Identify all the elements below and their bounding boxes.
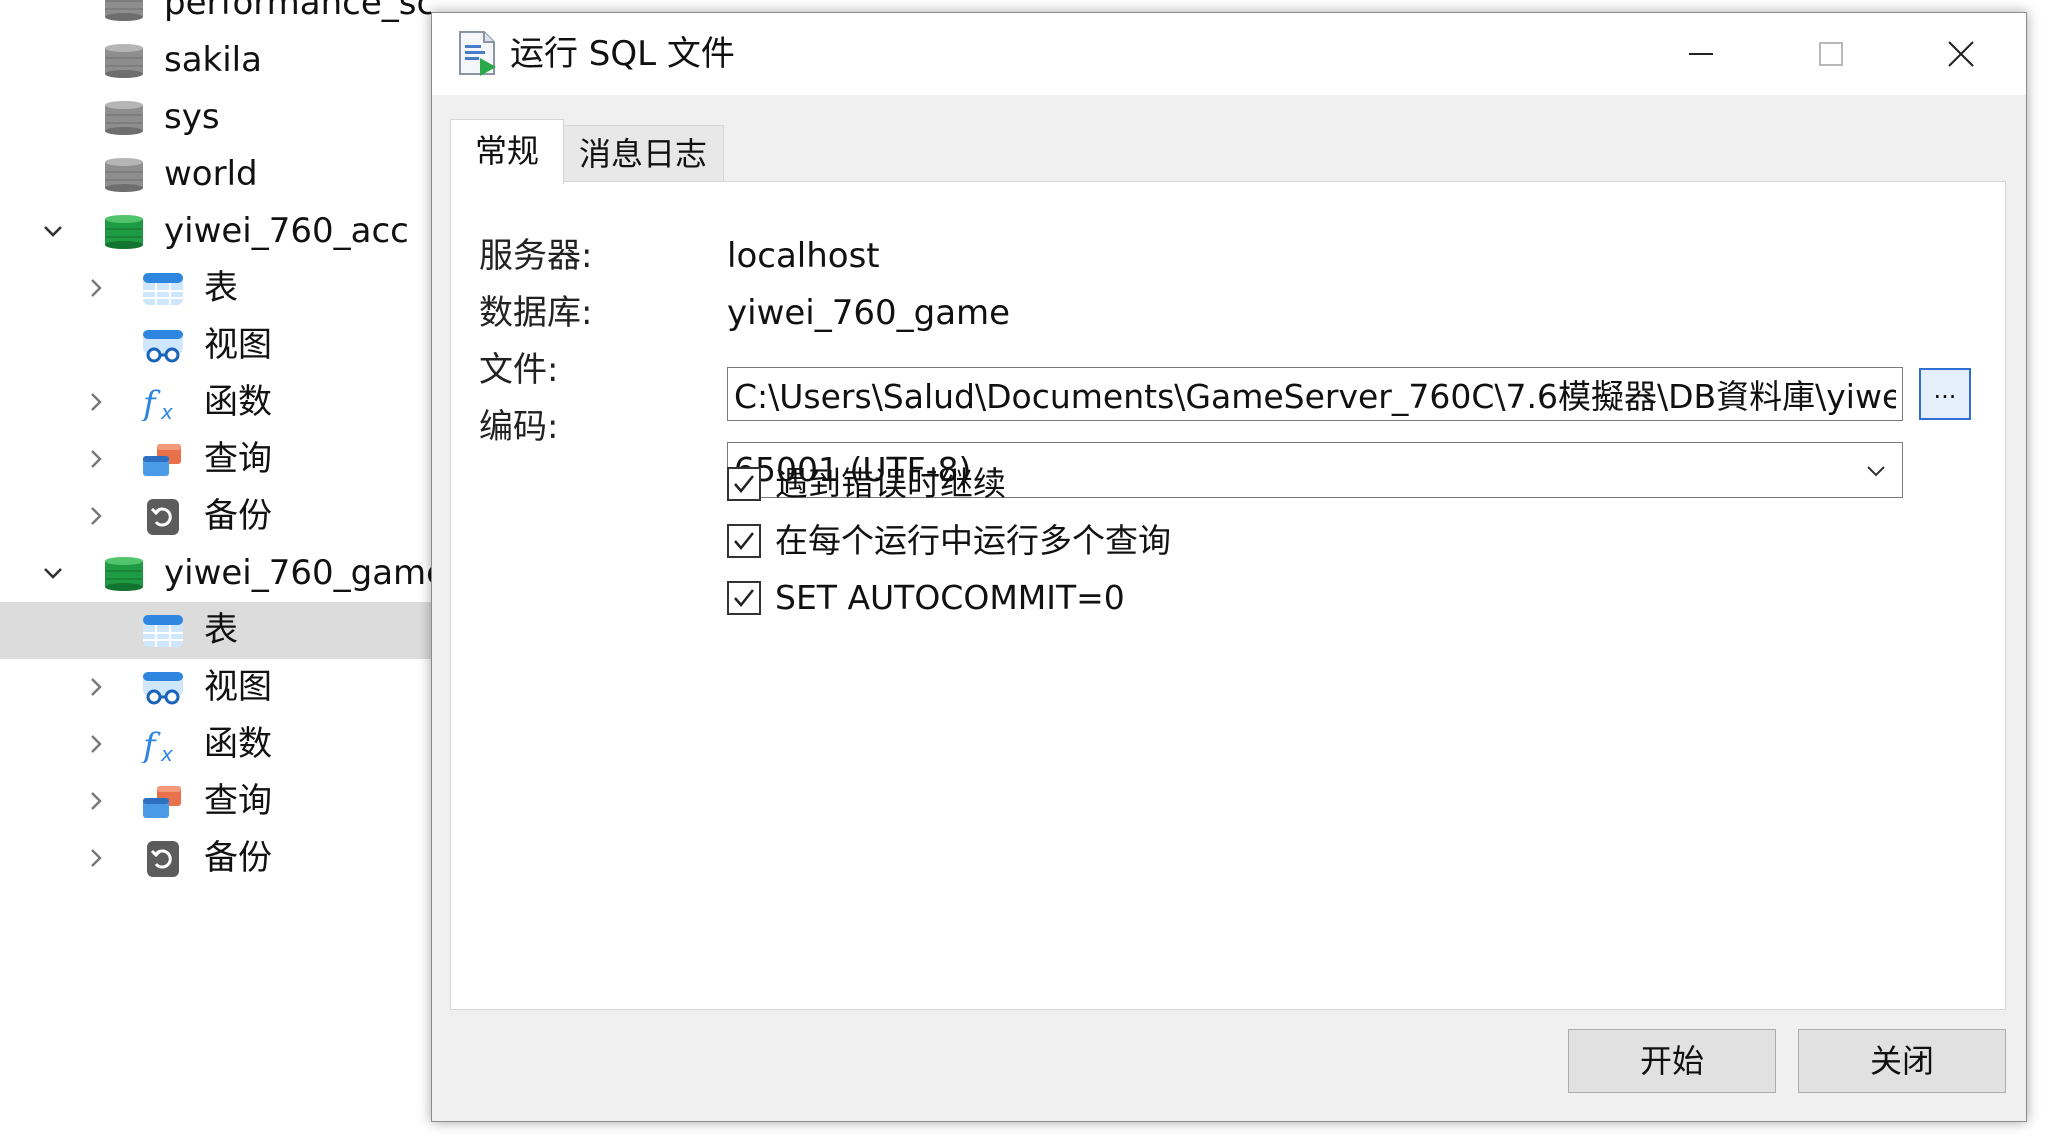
database-icon	[102, 0, 146, 22]
autocommit-checkbox[interactable]	[727, 581, 761, 615]
database-value: yiwei_760_game	[727, 293, 1011, 333]
tab-message-log[interactable]: 消息日志	[562, 125, 724, 183]
browse-file-button[interactable]: ...	[1919, 368, 1971, 420]
checkmark-icon	[734, 532, 754, 550]
database-label: 数据库:	[479, 293, 593, 333]
maximize-button[interactable]	[1766, 13, 1896, 95]
chevron-right-icon[interactable]	[84, 789, 108, 813]
close-icon	[1948, 41, 1974, 67]
minimize-icon	[1689, 53, 1713, 55]
close-window-button[interactable]	[1896, 13, 2026, 95]
database-icon	[102, 43, 146, 79]
tree-item-label: performance_schema	[164, 0, 431, 23]
file-label: 文件:	[479, 350, 559, 390]
view-icon	[141, 670, 185, 706]
tree-object-item[interactable]: 表	[0, 260, 431, 317]
tree-database-item[interactable]: yiwei_760_game	[0, 545, 431, 602]
dialog-title: 运行 SQL 文件	[510, 34, 735, 74]
tree-item-label: 备份	[204, 838, 272, 878]
backup-icon	[141, 841, 185, 877]
backup-icon	[141, 499, 185, 535]
chevron-right-icon[interactable]	[84, 675, 108, 699]
tab-general[interactable]: 常规	[450, 119, 564, 184]
table-icon	[141, 271, 185, 307]
tree-item-label: 备份	[204, 496, 272, 536]
chevron-right-icon[interactable]	[84, 276, 108, 300]
tree-item-label: world	[164, 154, 258, 194]
table-icon	[141, 613, 185, 649]
chevron-right-icon[interactable]	[84, 846, 108, 870]
continue-on-error-label: 遇到错误时继续	[775, 464, 1006, 503]
svg-text:f: f	[141, 385, 161, 421]
tree-object-item[interactable]: f x 函数	[0, 716, 431, 773]
tree-database-item[interactable]: yiwei_760_acc	[0, 203, 431, 260]
tree-database-item[interactable]: sys	[0, 89, 431, 146]
function-icon: fx	[141, 727, 185, 763]
tree-object-item[interactable]: 备份	[0, 830, 431, 887]
tree-item-label: 函数	[204, 724, 272, 764]
multiple-queries-label: 在每个运行中运行多个查询	[775, 521, 1171, 560]
file-path-input[interactable]	[727, 367, 1903, 421]
tree-object-item[interactable]: 视图	[0, 317, 431, 374]
svg-text:x: x	[160, 742, 173, 763]
view-icon	[141, 328, 185, 364]
maximize-icon	[1819, 42, 1843, 66]
chevron-right-icon[interactable]	[84, 390, 108, 414]
tree-object-item[interactable]: 备份	[0, 488, 431, 545]
tree-item-label: 视图	[204, 667, 272, 707]
tree-item-label: 表	[204, 268, 238, 308]
multiple-queries-checkbox[interactable]	[727, 524, 761, 558]
tree-item-label: 查询	[204, 439, 272, 479]
chevron-right-icon[interactable]	[84, 504, 108, 528]
tree-item-label: yiwei_760_game	[164, 553, 431, 593]
tree-database-item[interactable]: performance_schema	[0, 0, 431, 32]
chevron-right-icon[interactable]	[84, 447, 108, 471]
svg-text:f: f	[141, 727, 161, 763]
function-icon: fx	[141, 385, 185, 421]
server-label: 服务器:	[479, 236, 593, 276]
chevron-down-icon[interactable]	[41, 561, 65, 585]
sql-file-run-icon	[456, 30, 500, 78]
query-icon	[141, 784, 185, 820]
dialog-titlebar[interactable]: 运行 SQL 文件	[432, 13, 2026, 95]
encoding-label: 编码:	[479, 407, 559, 447]
continue-on-error-checkbox[interactable]	[727, 467, 761, 501]
tree-object-item[interactable]: 视图	[0, 659, 431, 716]
tree-item-label: sys	[164, 97, 220, 137]
checkmark-icon	[734, 475, 754, 493]
database-icon	[102, 100, 146, 136]
tree-object-item[interactable]: 查询	[0, 773, 431, 830]
tree-item-label: 表	[204, 610, 238, 650]
run-sql-file-dialog: 运行 SQL 文件 常规 消息日志 服务器: localhost 数据库: yi…	[431, 12, 2027, 1122]
checkmark-icon	[734, 589, 754, 607]
server-value: localhost	[727, 236, 880, 276]
tree-object-item[interactable]: 查询	[0, 431, 431, 488]
database-open-icon	[102, 556, 146, 592]
tree-item-label: 函数	[204, 382, 272, 422]
tree-item-label: sakila	[164, 40, 262, 80]
navigation-tree: performance_schemasakila sys world yiwei_76…	[0, 0, 431, 1136]
tree-object-item[interactable]: f x 函数	[0, 374, 431, 431]
autocommit-label: SET AUTOCOMMIT=0	[775, 578, 1125, 617]
close-button[interactable]: 关闭	[1798, 1029, 2006, 1093]
minimize-button[interactable]	[1636, 13, 1766, 95]
svg-text:x: x	[160, 400, 173, 421]
start-button[interactable]: 开始	[1568, 1029, 1776, 1093]
query-icon	[141, 442, 185, 478]
chevron-right-icon[interactable]	[84, 732, 108, 756]
database-open-icon	[102, 214, 146, 250]
tree-object-item[interactable]: 表	[0, 602, 431, 659]
tree-item-label: 查询	[204, 781, 272, 821]
chevron-down-icon[interactable]	[41, 219, 65, 243]
tree-item-label: yiwei_760_acc	[164, 211, 409, 251]
tree-database-item[interactable]: sakila	[0, 32, 431, 89]
tree-item-label: 视图	[204, 325, 272, 365]
chevron-down-icon	[1864, 459, 1888, 483]
general-tab-panel: 服务器: localhost 数据库: yiwei_760_game 文件: .…	[450, 181, 2006, 1010]
tree-database-item[interactable]: world	[0, 146, 431, 203]
database-icon	[102, 157, 146, 193]
